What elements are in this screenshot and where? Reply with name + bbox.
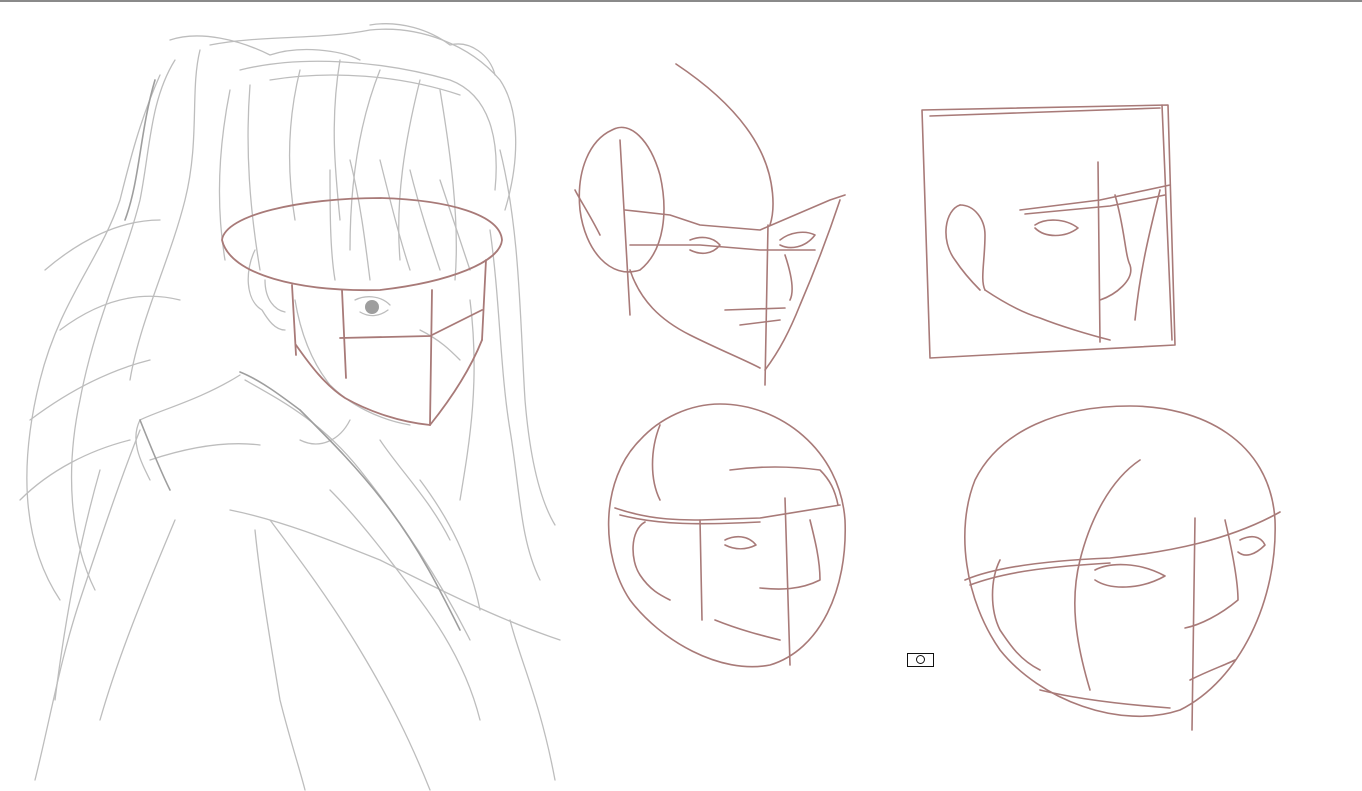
drawing-canvas[interactable]	[0, 0, 1362, 791]
camera-button[interactable]	[907, 653, 934, 667]
camera-icon	[916, 655, 925, 664]
head-study-sphere-large	[964, 405, 1281, 731]
